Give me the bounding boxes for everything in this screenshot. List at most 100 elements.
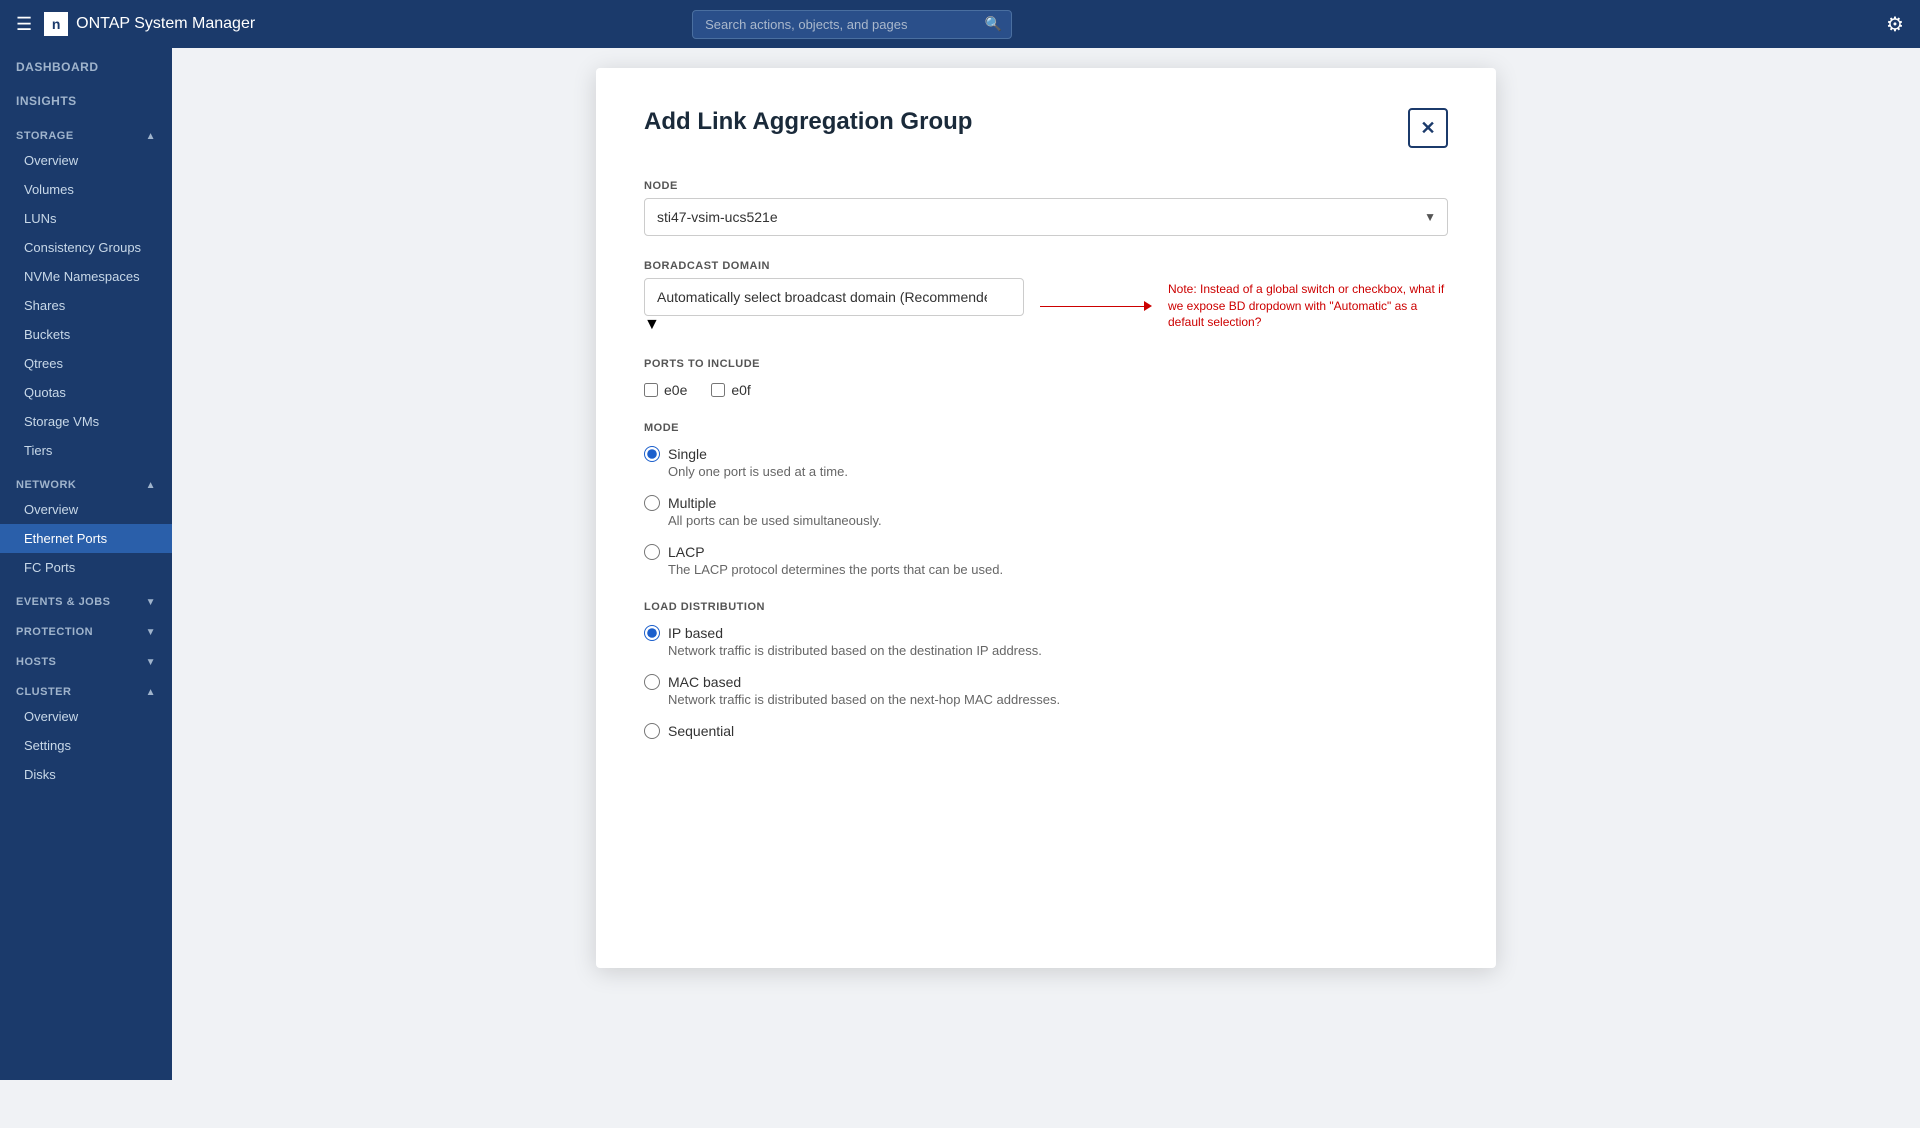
broadcast-domain-section: BORADCAST DOMAIN Automatically select br…: [644, 260, 1448, 334]
node-select[interactable]: sti47-vsim-ucs521e: [644, 198, 1448, 236]
app-title: ONTAP System Manager: [76, 15, 255, 33]
load-dist-section: LOAD DISTRIBUTION IP based Network traff…: [644, 601, 1448, 739]
sidebar-item-dashboard[interactable]: DASHBOARD: [0, 48, 172, 86]
menu-icon[interactable]: ☰: [16, 14, 32, 35]
load-mac-based-desc: Network traffic is distributed based on …: [668, 692, 1448, 707]
sidebar-item-qtrees[interactable]: Qtrees: [0, 349, 172, 378]
load-sequential: Sequential: [644, 723, 1448, 739]
search-bar: 🔍: [692, 10, 1012, 39]
sidebar-section-protection[interactable]: PROTECTION ▼: [0, 612, 172, 642]
sidebar-item-cluster-settings[interactable]: Settings: [0, 731, 172, 760]
load-dist-radio-group: IP based Network traffic is distributed …: [644, 625, 1448, 739]
app-logo: n ONTAP System Manager: [44, 12, 255, 36]
modal-dialog: Add Link Aggregation Group ✕ NODE sti47-…: [596, 68, 1496, 968]
port-e0f[interactable]: e0f: [711, 382, 750, 398]
mode-label: MODE: [644, 422, 1448, 434]
sidebar-item-cluster-overview[interactable]: Overview: [0, 702, 172, 731]
load-sequential-label: Sequential: [668, 723, 734, 739]
load-mac-based-row: MAC based: [644, 674, 1448, 690]
load-sequential-radio[interactable]: [644, 723, 660, 739]
mode-lacp-desc: The LACP protocol determines the ports t…: [668, 562, 1448, 577]
mode-multiple-row: Multiple: [644, 495, 1448, 511]
sidebar-section-events-jobs[interactable]: EVENTS & JOBS ▼: [0, 582, 172, 612]
load-ip-based-radio[interactable]: [644, 625, 660, 641]
sidebar-item-overview[interactable]: Overview: [0, 146, 172, 175]
mode-single-label: Single: [668, 446, 707, 462]
load-ip-based: IP based Network traffic is distributed …: [644, 625, 1448, 658]
logo-icon: n: [44, 12, 68, 36]
chevron-down-icon-events: ▼: [146, 597, 156, 608]
load-ip-based-row: IP based: [644, 625, 1448, 641]
sidebar-section-hosts[interactable]: HOSTS ▼: [0, 642, 172, 672]
port-e0f-checkbox[interactable]: [711, 383, 725, 397]
chevron-up-icon: ▲: [146, 131, 156, 142]
mode-lacp: LACP The LACP protocol determines the po…: [644, 544, 1448, 577]
load-dist-label: LOAD DISTRIBUTION: [644, 601, 1448, 613]
mode-single-desc: Only one port is used at a time.: [668, 464, 1448, 479]
chevron-up-icon-network: ▲: [146, 480, 156, 491]
sidebar-item-tiers[interactable]: Tiers: [0, 436, 172, 465]
sidebar-item-shares[interactable]: Shares: [0, 291, 172, 320]
search-icon: 🔍: [985, 16, 1002, 33]
bd-annotation-note: Note: Instead of a global switch or chec…: [1168, 281, 1448, 331]
mode-multiple: Multiple All ports can be used simultane…: [644, 495, 1448, 528]
sidebar-item-net-overview[interactable]: Overview: [0, 495, 172, 524]
sidebar-item-nvme-namespaces[interactable]: NVMe Namespaces: [0, 262, 172, 291]
search-input[interactable]: [692, 10, 1012, 39]
node-label: NODE: [644, 180, 1448, 192]
load-ip-based-desc: Network traffic is distributed based on …: [668, 643, 1448, 658]
chevron-up-icon-cluster: ▲: [146, 687, 156, 698]
mode-multiple-label: Multiple: [668, 495, 716, 511]
bd-chevron-icon: ▼: [644, 316, 660, 333]
sidebar-item-insights[interactable]: INSIGHTS: [0, 86, 172, 116]
sidebar-item-cluster-disks[interactable]: Disks: [0, 760, 172, 789]
broadcast-domain-label: BORADCAST DOMAIN: [644, 260, 1448, 272]
sidebar-item-consistency-groups[interactable]: Consistency Groups: [0, 233, 172, 262]
node-section: NODE sti47-vsim-ucs521e ▼: [644, 180, 1448, 236]
mode-lacp-row: LACP: [644, 544, 1448, 560]
sidebar-item-quotas[interactable]: Quotas: [0, 378, 172, 407]
sidebar-section-network[interactable]: NETWORK ▲: [0, 465, 172, 495]
sidebar-item-storage-vms[interactable]: Storage VMs: [0, 407, 172, 436]
sidebar-item-ethernet-ports[interactable]: Ethernet Ports: [0, 524, 172, 553]
port-e0e[interactable]: e0e: [644, 382, 687, 398]
app-header: ☰ n ONTAP System Manager 🔍 ⚙: [0, 0, 1920, 48]
port-e0f-label: e0f: [731, 382, 750, 398]
ports-label: PORTS TO INCLUDE: [644, 358, 1448, 370]
broadcast-domain-select[interactable]: Automatically select broadcast domain (R…: [644, 278, 1024, 316]
port-e0e-label: e0e: [664, 382, 687, 398]
sidebar-item-buckets[interactable]: Buckets: [0, 320, 172, 349]
modal-title: Add Link Aggregation Group: [644, 108, 972, 136]
mode-radio-group: Single Only one port is used at a time. …: [644, 446, 1448, 577]
ports-row: e0e e0f: [644, 382, 1448, 398]
header-settings[interactable]: ⚙: [1886, 12, 1904, 37]
mode-single-radio[interactable]: [644, 446, 660, 462]
mode-section: MODE Single Only one port is used at a t…: [644, 422, 1448, 577]
ports-section: PORTS TO INCLUDE e0e e0f: [644, 358, 1448, 398]
load-sequential-row: Sequential: [644, 723, 1448, 739]
mode-lacp-radio[interactable]: [644, 544, 660, 560]
mode-multiple-desc: All ports can be used simultaneously.: [668, 513, 1448, 528]
load-ip-based-label: IP based: [668, 625, 723, 641]
sidebar-section-storage[interactable]: STORAGE ▲: [0, 116, 172, 146]
sidebar-section-cluster[interactable]: CLUSTER ▲: [0, 672, 172, 702]
broadcast-domain-select-wrapper: Automatically select broadcast domain (R…: [644, 278, 1024, 334]
broadcast-domain-row: Automatically select broadcast domain (R…: [644, 278, 1448, 334]
modal-header: Add Link Aggregation Group ✕: [644, 108, 1448, 148]
mode-single: Single Only one port is used at a time.: [644, 446, 1448, 479]
chevron-down-icon-hosts: ▼: [146, 657, 156, 668]
mode-multiple-radio[interactable]: [644, 495, 660, 511]
node-select-wrapper: sti47-vsim-ucs521e ▼: [644, 198, 1448, 236]
port-e0e-checkbox[interactable]: [644, 383, 658, 397]
mode-lacp-label: LACP: [668, 544, 705, 560]
mode-single-row: Single: [644, 446, 1448, 462]
sidebar-item-volumes[interactable]: Volumes: [0, 175, 172, 204]
load-mac-based-radio[interactable]: [644, 674, 660, 690]
close-button[interactable]: ✕: [1408, 108, 1448, 148]
sidebar-item-luns[interactable]: LUNs: [0, 204, 172, 233]
sidebar: DASHBOARD INSIGHTS STORAGE ▲ Overview Vo…: [0, 48, 172, 1080]
main-content: Add Link Aggregation Group ✕ NODE sti47-…: [172, 48, 1920, 1080]
sidebar-item-fc-ports[interactable]: FC Ports: [0, 553, 172, 582]
load-mac-based: MAC based Network traffic is distributed…: [644, 674, 1448, 707]
bd-annotation-arrow: [1040, 301, 1152, 311]
